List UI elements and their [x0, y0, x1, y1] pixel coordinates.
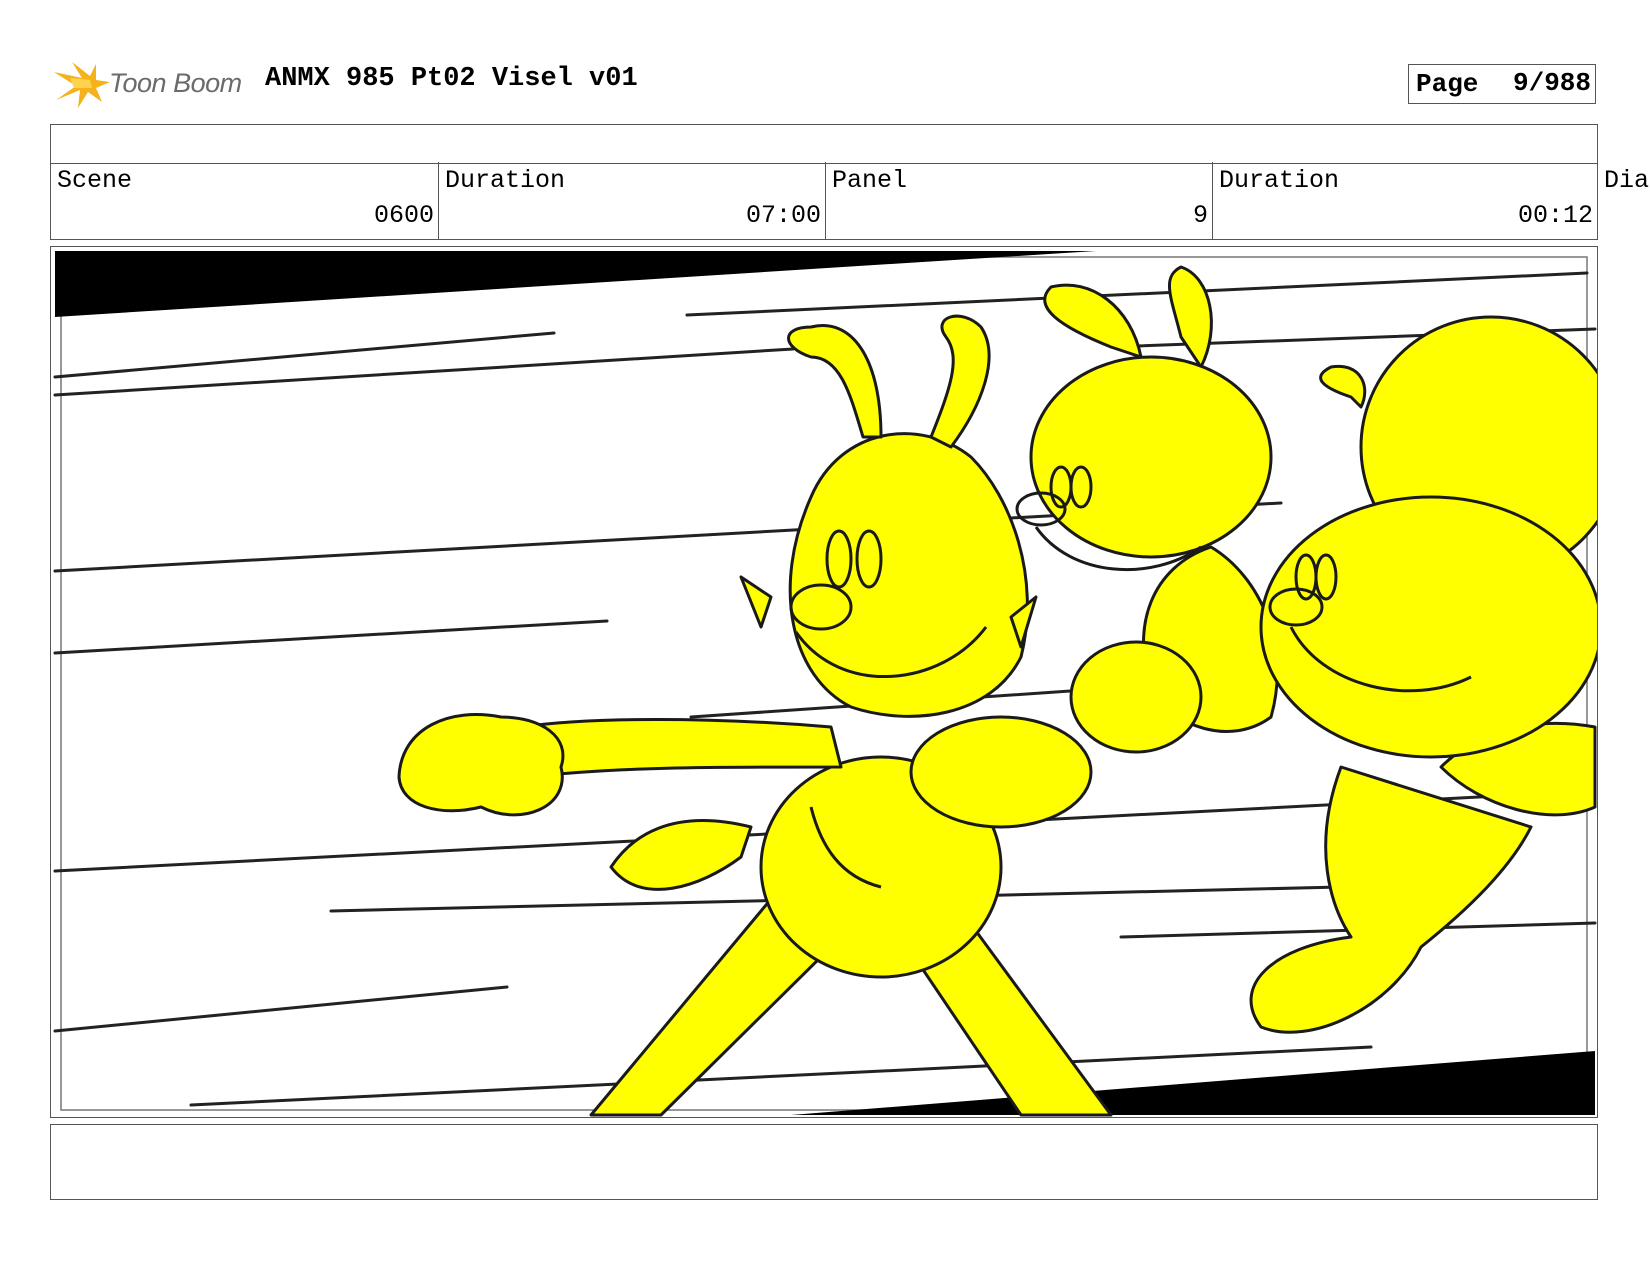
scene-cell: Scene 0600 [51, 162, 439, 239]
panel-duration-cell: Duration 00:12 [1213, 162, 1597, 239]
scene-title-row [50, 124, 1598, 164]
panel-drawing [53, 251, 1597, 1117]
page-number: 9/988 [1512, 68, 1591, 98]
dialogue-label: Dia [1604, 166, 1650, 195]
scene-label: Scene [57, 166, 133, 195]
brand-name: Toon Boom [109, 68, 242, 98]
panel-notes-box [50, 1124, 1598, 1200]
page-label: Page [1416, 69, 1479, 99]
document-title: ANMX 985 Pt02 Visel v01 [265, 64, 638, 94]
starburst-icon [54, 62, 110, 108]
second-character [1029, 265, 1279, 754]
scene-duration-cell: Duration 07:00 [439, 162, 826, 239]
page-indicator: Page 9/988 [1408, 64, 1596, 104]
panel-duration-label: Duration [1219, 166, 1340, 195]
panel-duration-value: 00:12 [1517, 201, 1593, 230]
panel-value: 9 [1192, 201, 1208, 230]
panel-cell: Panel 9 [826, 162, 1213, 239]
panel-info-row: Scene 0600 Duration 07:00 Panel 9 Durati… [50, 162, 1598, 240]
scene-duration-value: 07:00 [745, 201, 821, 230]
storyboard-panel [50, 246, 1598, 1118]
scene-value: 0600 [373, 201, 434, 230]
main-character [397, 314, 1113, 1117]
scene-duration-label: Duration [445, 166, 566, 195]
panel-label: Panel [832, 166, 908, 195]
top-black-wedge [55, 251, 1096, 317]
toon-boom-logo: Toon Boom [52, 56, 252, 112]
bottom-black-wedge [791, 1051, 1595, 1115]
